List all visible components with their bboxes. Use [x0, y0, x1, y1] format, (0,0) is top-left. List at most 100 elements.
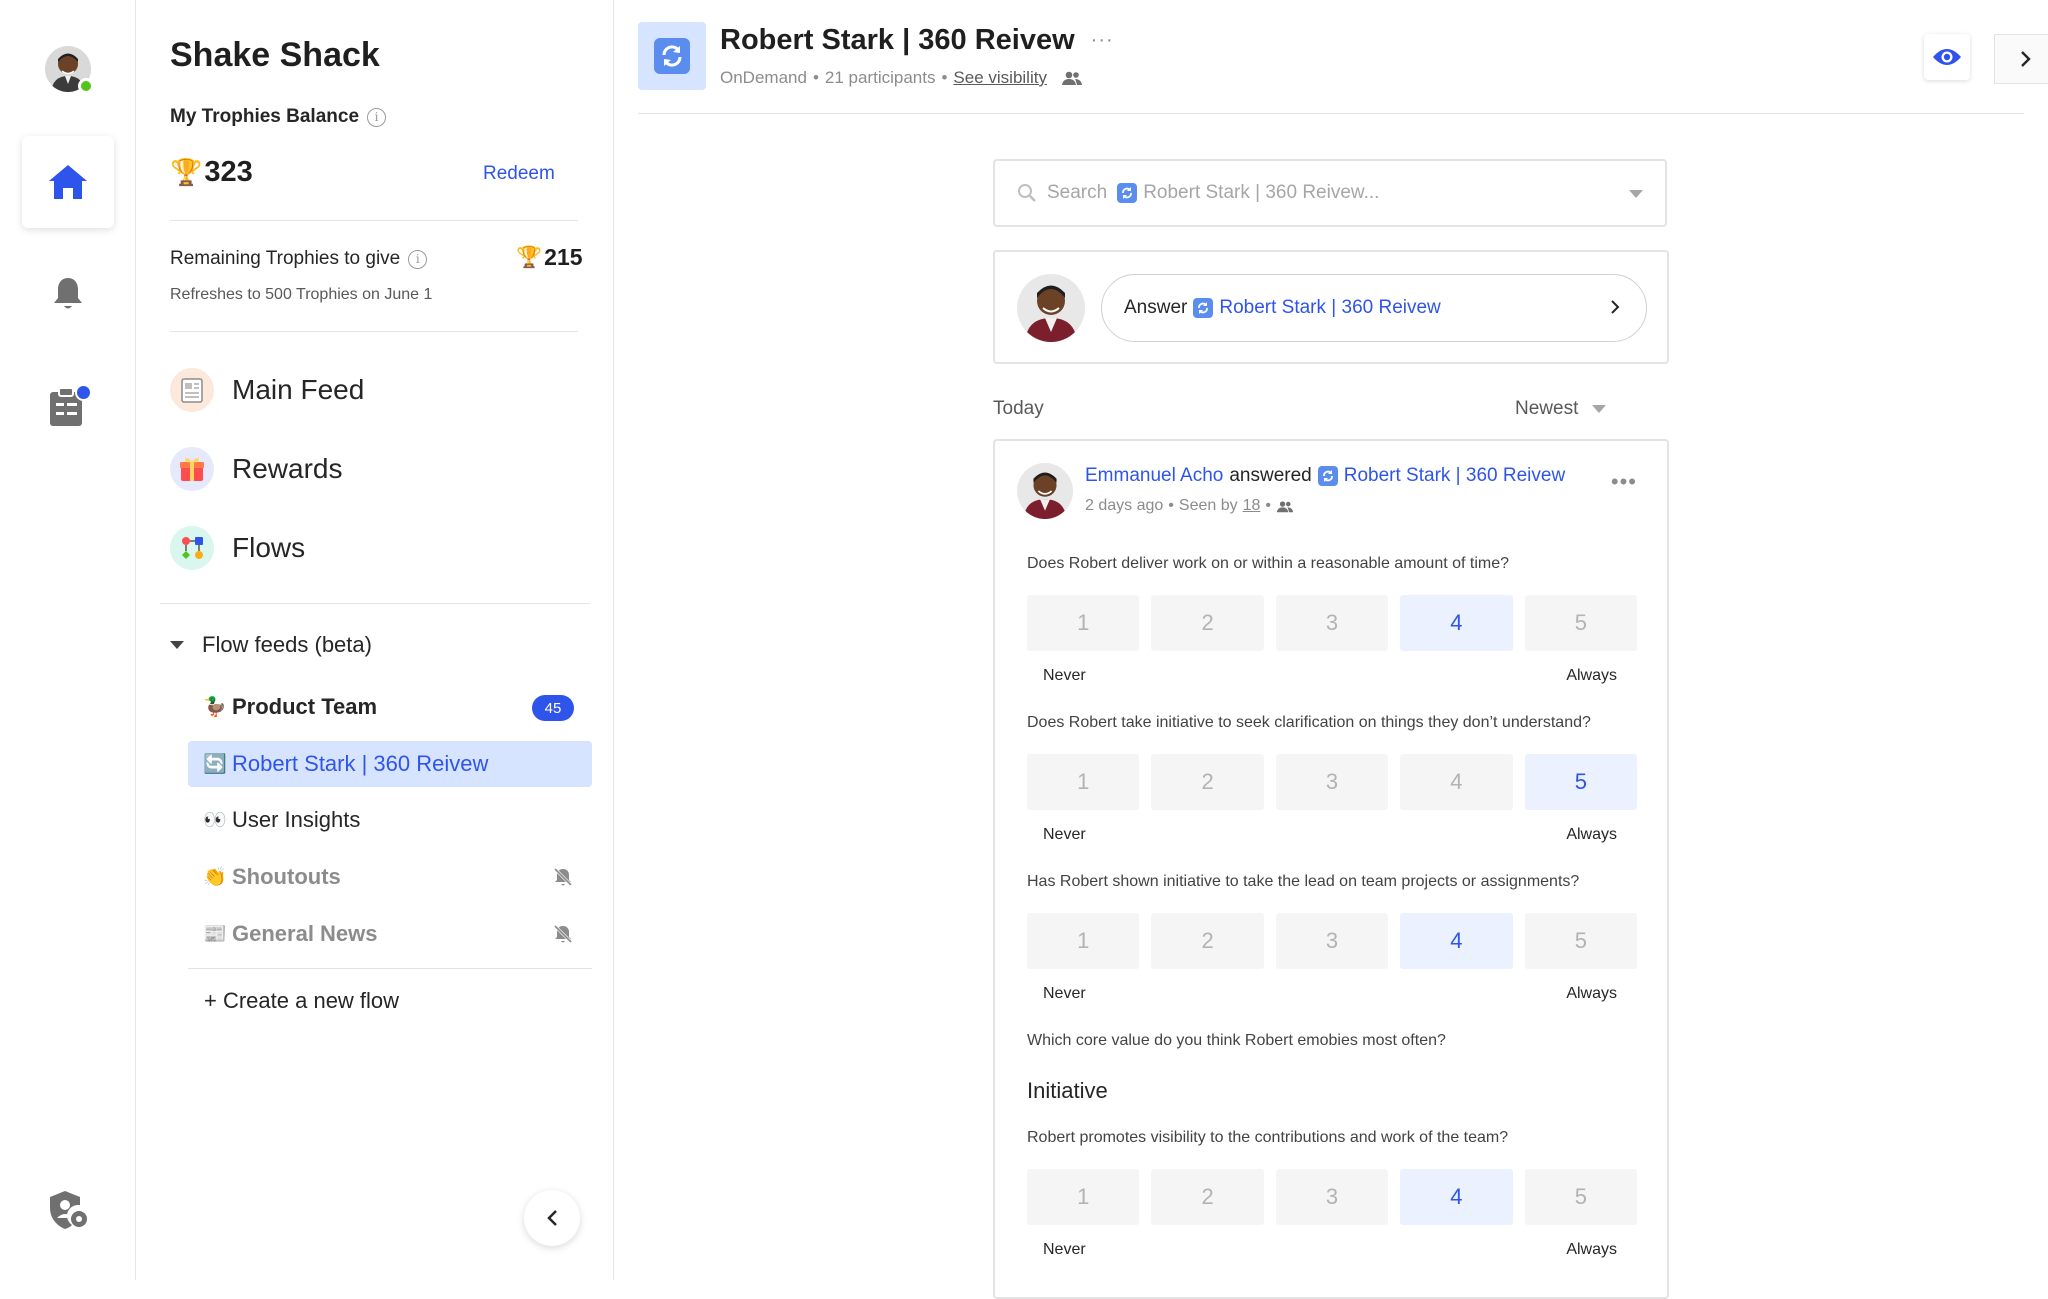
refresh-note: Refreshes to 500 Trophies on June 1: [170, 286, 433, 303]
open-panel-button[interactable]: [1994, 34, 2048, 84]
tasks-button[interactable]: [46, 384, 92, 430]
clapping-hands-icon: 👏: [203, 867, 227, 888]
rating-option: 2: [1151, 1169, 1264, 1225]
sort-dropdown[interactable]: Newest: [1515, 398, 1607, 420]
rating-scale: 1 2 3 4 5: [1027, 913, 1638, 969]
more-options-icon[interactable]: ···: [1091, 29, 1114, 52]
flow-meta: OnDemand • 21 participants • See visibil…: [720, 68, 1083, 88]
rating-option: 5: [1524, 913, 1638, 969]
remaining-trophies-label: Remaining Trophies to give i: [170, 248, 428, 270]
author-avatar[interactable]: [1017, 463, 1073, 519]
muted-bell-icon[interactable]: [552, 923, 574, 945]
flow-header: Robert Stark | 360 Reivew ··· OnDemand •…: [638, 0, 2048, 114]
people-icon: [1276, 500, 1294, 512]
rating-option: 1: [1027, 754, 1140, 810]
admin-settings-button[interactable]: [46, 1188, 92, 1234]
rating-option: 2: [1151, 595, 1264, 651]
nav-main-feed[interactable]: Main Feed: [170, 364, 570, 416]
text-answer: Initiative: [1027, 1078, 1108, 1103]
question-text: Has Robert shown initiative to take the …: [1027, 873, 1580, 890]
search-input[interactable]: Search Robert Stark | 360 Reivew...: [993, 159, 1667, 227]
flow-avatar: [638, 22, 706, 90]
remaining-trophies-value: 🏆 215: [516, 244, 583, 270]
see-visibility-link[interactable]: See visibility: [953, 68, 1047, 88]
refresh-icon: [1193, 298, 1214, 318]
flow-item-product-team[interactable]: 🦆 Product Team 45: [188, 684, 592, 730]
nav-flows[interactable]: Flows: [170, 522, 570, 574]
online-status-dot: [78, 78, 94, 94]
flow-item-shoutouts[interactable]: 👏 Shoutouts: [188, 854, 592, 900]
gift-icon: [170, 447, 214, 491]
rating-scale: 1 2 3 4 5: [1027, 1169, 1638, 1225]
newspaper-icon: [170, 368, 214, 412]
eyes-icon: 👀: [203, 810, 227, 831]
trophies-balance-label: My Trophies Balance i: [170, 106, 387, 128]
rating-option: 3: [1275, 754, 1389, 810]
divider: [170, 331, 578, 332]
rating-option: 3: [1275, 913, 1389, 969]
visibility-toggle-button[interactable]: [1924, 34, 1970, 80]
rating-option-selected: 4: [1400, 913, 1513, 969]
collapse-sidebar-button[interactable]: [524, 1190, 580, 1246]
muted-bell-icon[interactable]: [552, 866, 574, 888]
flow-feeds-toggle[interactable]: Flow feeds (beta): [170, 628, 372, 662]
answer-flow-button[interactable]: Answer Robert Stark | 360 Reivew: [1101, 274, 1647, 342]
nav-rewards[interactable]: Rewards: [170, 443, 570, 495]
chevron-right-icon: [2020, 51, 2031, 67]
rating-option: 2: [1151, 754, 1264, 810]
bell-icon: [54, 278, 82, 309]
home-button[interactable]: [22, 136, 114, 228]
rating-option: 5: [1524, 595, 1638, 651]
admin-shield-gear-icon: [50, 1191, 87, 1229]
refresh-icon: [1317, 466, 1338, 486]
chevron-right-icon: [1611, 300, 1620, 314]
flow-item-general-news[interactable]: 📰 General News: [188, 911, 592, 957]
search-icon: [1018, 184, 1036, 202]
seen-by-count[interactable]: 18: [1243, 497, 1261, 515]
trophies-balance: 🏆 323: [170, 156, 253, 188]
trophy-icon: 🏆: [170, 157, 203, 187]
question-text: Does Robert take initiative to seek clar…: [1027, 714, 1591, 731]
avatar: [1017, 274, 1085, 342]
rating-scale: 1 2 3 4 5: [1027, 754, 1638, 810]
refresh-icon: 🔄: [203, 754, 227, 775]
app-rail: [0, 0, 136, 1280]
main-content: Robert Stark | 360 Reivew ··· OnDemand •…: [614, 0, 2048, 1299]
rating-option: 4: [1400, 754, 1513, 810]
info-icon[interactable]: i: [367, 107, 387, 127]
redeem-link[interactable]: Redeem: [483, 163, 555, 185]
rating-option: 5: [1524, 1169, 1638, 1225]
duck-icon: 🦆: [203, 697, 227, 718]
post-meta: 2 days ago • Seen by 18 •: [1085, 497, 1294, 515]
rating-option: 1: [1027, 1169, 1140, 1225]
feed-post: Emmanuel Acho answered Robert Stark | 36…: [993, 439, 1669, 1299]
notifications-button[interactable]: [48, 274, 88, 314]
question-text: Robert promotes visibility to the contri…: [1027, 1129, 1509, 1146]
dropdown-caret-icon: [1592, 405, 1607, 413]
rating-option: 1: [1027, 595, 1140, 651]
current-user-avatar[interactable]: [45, 46, 94, 94]
flow-item-robert-stark-360-review[interactable]: 🔄 Robert Stark | 360 Reivew: [188, 741, 592, 787]
divider: [170, 220, 578, 221]
refresh-icon: [1117, 183, 1138, 203]
dropdown-caret-icon[interactable]: [1629, 190, 1643, 198]
post-author-link[interactable]: Emmanuel Acho: [1085, 465, 1223, 487]
newspaper-icon: 📰: [203, 924, 227, 945]
feed-section-label: Today: [993, 398, 1044, 419]
trophy-icon: 🏆: [516, 245, 543, 269]
rating-scale: 1 2 3 4 5: [1027, 595, 1638, 651]
divider: [160, 603, 590, 604]
refresh-icon: [654, 38, 690, 74]
create-new-flow-link[interactable]: + Create a new flow: [204, 988, 399, 1014]
rating-option-selected: 4: [1400, 595, 1513, 651]
sidebar: Shake Shack My Trophies Balance i 🏆 323 …: [136, 0, 614, 1280]
info-icon[interactable]: i: [408, 249, 428, 269]
rating-option-selected: 5: [1524, 754, 1638, 810]
question-text: Which core value do you think Robert emo…: [1027, 1032, 1446, 1049]
post-flow-link[interactable]: Robert Stark | 360 Reivew: [1344, 465, 1565, 487]
flow-item-user-insights[interactable]: 👀 User Insights: [188, 797, 592, 843]
rating-option: 2: [1151, 913, 1264, 969]
home-icon: [49, 165, 87, 199]
eye-icon: [1933, 49, 1961, 65]
post-more-options-icon[interactable]: •••: [1611, 471, 1637, 493]
